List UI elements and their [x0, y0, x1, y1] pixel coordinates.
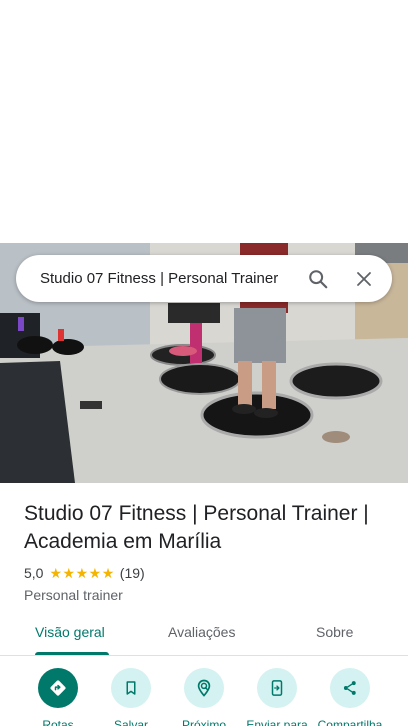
rating-value: 5,0	[24, 565, 44, 581]
tab-about[interactable]: Sobre	[316, 624, 353, 640]
share-button[interactable]: Compartilha	[310, 668, 390, 726]
bookmark-icon	[111, 668, 151, 708]
directions-label: Rotas	[42, 718, 74, 726]
place-info: Studio 07 Fitness | Personal Trainer | A…	[24, 500, 394, 603]
nearby-label: Próximo	[181, 718, 226, 726]
star-icon: ★	[62, 565, 76, 581]
rating-row[interactable]: 5,0 ★ ★ ★ ★ ★ (19)	[24, 563, 394, 583]
directions-icon	[38, 668, 78, 708]
search-bar[interactable]: Studio 07 Fitness | Personal Trainer	[16, 255, 392, 302]
send-to-phone-label: Enviar para	[246, 718, 308, 726]
review-count[interactable]: (19)	[120, 565, 145, 581]
send-to-phone-icon	[257, 668, 297, 708]
close-icon[interactable]	[344, 259, 384, 299]
search-input[interactable]: Studio 07 Fitness | Personal Trainer	[40, 270, 298, 287]
star-icon: ★	[75, 565, 89, 581]
nearby-icon	[184, 668, 224, 708]
send-to-phone-button[interactable]: Enviar para	[237, 668, 317, 726]
place-category: Personal trainer	[24, 587, 123, 603]
star-icon: ★	[88, 565, 102, 581]
action-bar: Rotas Salvar Próximo Enviar para Compart…	[0, 668, 408, 726]
place-title: Studio 07 Fitness | Personal Trainer | A…	[24, 502, 369, 553]
save-label: Salvar	[113, 718, 148, 726]
share-icon	[330, 668, 370, 708]
nearby-button[interactable]: Próximo	[164, 668, 244, 726]
directions-button[interactable]: Rotas	[18, 668, 98, 726]
tab-overview[interactable]: Visão geral	[35, 624, 105, 640]
map-area[interactable]	[0, 0, 408, 243]
star-icon: ★	[49, 565, 63, 581]
active-tab-indicator	[35, 652, 109, 655]
save-button[interactable]: Salvar	[91, 668, 171, 726]
star-icon: ★	[101, 565, 115, 581]
share-label: Compartilha	[317, 718, 383, 726]
search-icon[interactable]	[298, 259, 338, 299]
place-tabs: Visão geral Avaliações Sobre	[0, 612, 408, 656]
tab-reviews[interactable]: Avaliações	[168, 624, 235, 640]
star-rating: ★ ★ ★ ★ ★	[49, 566, 114, 580]
